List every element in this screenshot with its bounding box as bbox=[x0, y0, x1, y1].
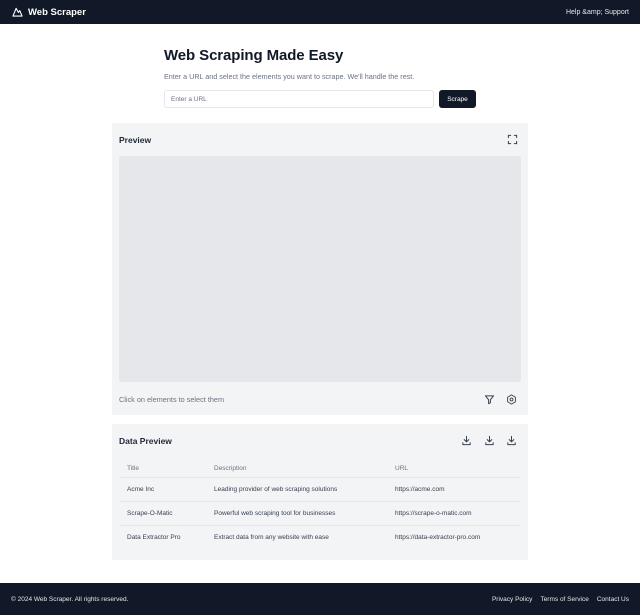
table-row[interactable]: Acme Inc Leading provider of web scrapin… bbox=[119, 477, 521, 502]
column-header-title[interactable]: Title bbox=[119, 460, 206, 478]
top-navbar: Web Scraper Help &amp; Support bbox=[0, 0, 640, 24]
table-row[interactable]: Data Extractor Pro Extract data from any… bbox=[119, 525, 521, 549]
cell-title: Acme Inc bbox=[119, 477, 206, 502]
settings-icon[interactable] bbox=[506, 394, 517, 405]
download-icon[interactable] bbox=[461, 435, 472, 446]
page-title: Web Scraping Made Easy bbox=[164, 47, 344, 64]
brand[interactable]: Web Scraper bbox=[12, 7, 86, 18]
cell-url: https://data-extractor-pro.com bbox=[395, 533, 481, 541]
cell-url: https://scrape-o-matic.com bbox=[387, 501, 521, 526]
scrape-button[interactable]: Scrape bbox=[439, 90, 476, 108]
brand-name: Web Scraper bbox=[28, 6, 86, 18]
expand-icon[interactable] bbox=[507, 134, 518, 145]
download-icon[interactable] bbox=[484, 435, 495, 446]
cell-description: Extract data from any website with ease bbox=[214, 533, 329, 541]
preview-canvas[interactable] bbox=[119, 156, 521, 382]
cell-url: https://acme.com bbox=[387, 477, 521, 502]
help-support-link[interactable]: Help &amp; Support bbox=[566, 9, 629, 16]
table-row[interactable]: Scrape-O-Matic Powerful web scraping too… bbox=[119, 501, 521, 526]
preview-hint: Click on elements to select them bbox=[119, 395, 225, 404]
hero-section: Web Scraping Made Easy Enter a URL and s… bbox=[164, 47, 478, 108]
mountain-icon bbox=[12, 7, 23, 17]
download-icon[interactable] bbox=[506, 435, 517, 446]
cell-description: Leading provider of web scraping solutio… bbox=[206, 477, 387, 502]
page-subtitle: Enter a URL and select the elements you … bbox=[164, 72, 415, 81]
preview-title: Preview bbox=[119, 135, 152, 145]
column-header-url[interactable]: URL bbox=[387, 460, 521, 478]
column-header-description[interactable]: Description bbox=[206, 460, 387, 478]
data-preview-panel: Data Preview Title Description URL Acme … bbox=[112, 424, 528, 560]
url-form: Scrape bbox=[164, 90, 478, 108]
copyright-text: © 2024 Web Scraper. All rights reserved. bbox=[11, 595, 129, 603]
filter-icon[interactable] bbox=[484, 394, 495, 405]
page-footer: © 2024 Web Scraper. All rights reserved.… bbox=[0, 583, 640, 615]
terms-of-service-link[interactable]: Terms of Service bbox=[540, 596, 588, 603]
preview-panel: Preview Click on elements to select them bbox=[112, 123, 528, 415]
privacy-policy-link[interactable]: Privacy Policy bbox=[492, 596, 532, 603]
cell-description: Powerful web scraping tool for businesse… bbox=[206, 501, 387, 526]
contact-us-link[interactable]: Contact Us bbox=[597, 596, 629, 603]
table-header-row: Title Description URL bbox=[119, 460, 521, 478]
data-table: Title Description URL Acme Inc Leading p… bbox=[119, 460, 521, 549]
cell-title: Data Extractor Pro bbox=[127, 533, 181, 541]
data-preview-title: Data Preview bbox=[119, 436, 172, 446]
url-input[interactable] bbox=[164, 90, 434, 108]
cell-title: Scrape-O-Matic bbox=[119, 501, 206, 526]
footer-links: Privacy Policy Terms of Service Contact … bbox=[492, 596, 629, 603]
